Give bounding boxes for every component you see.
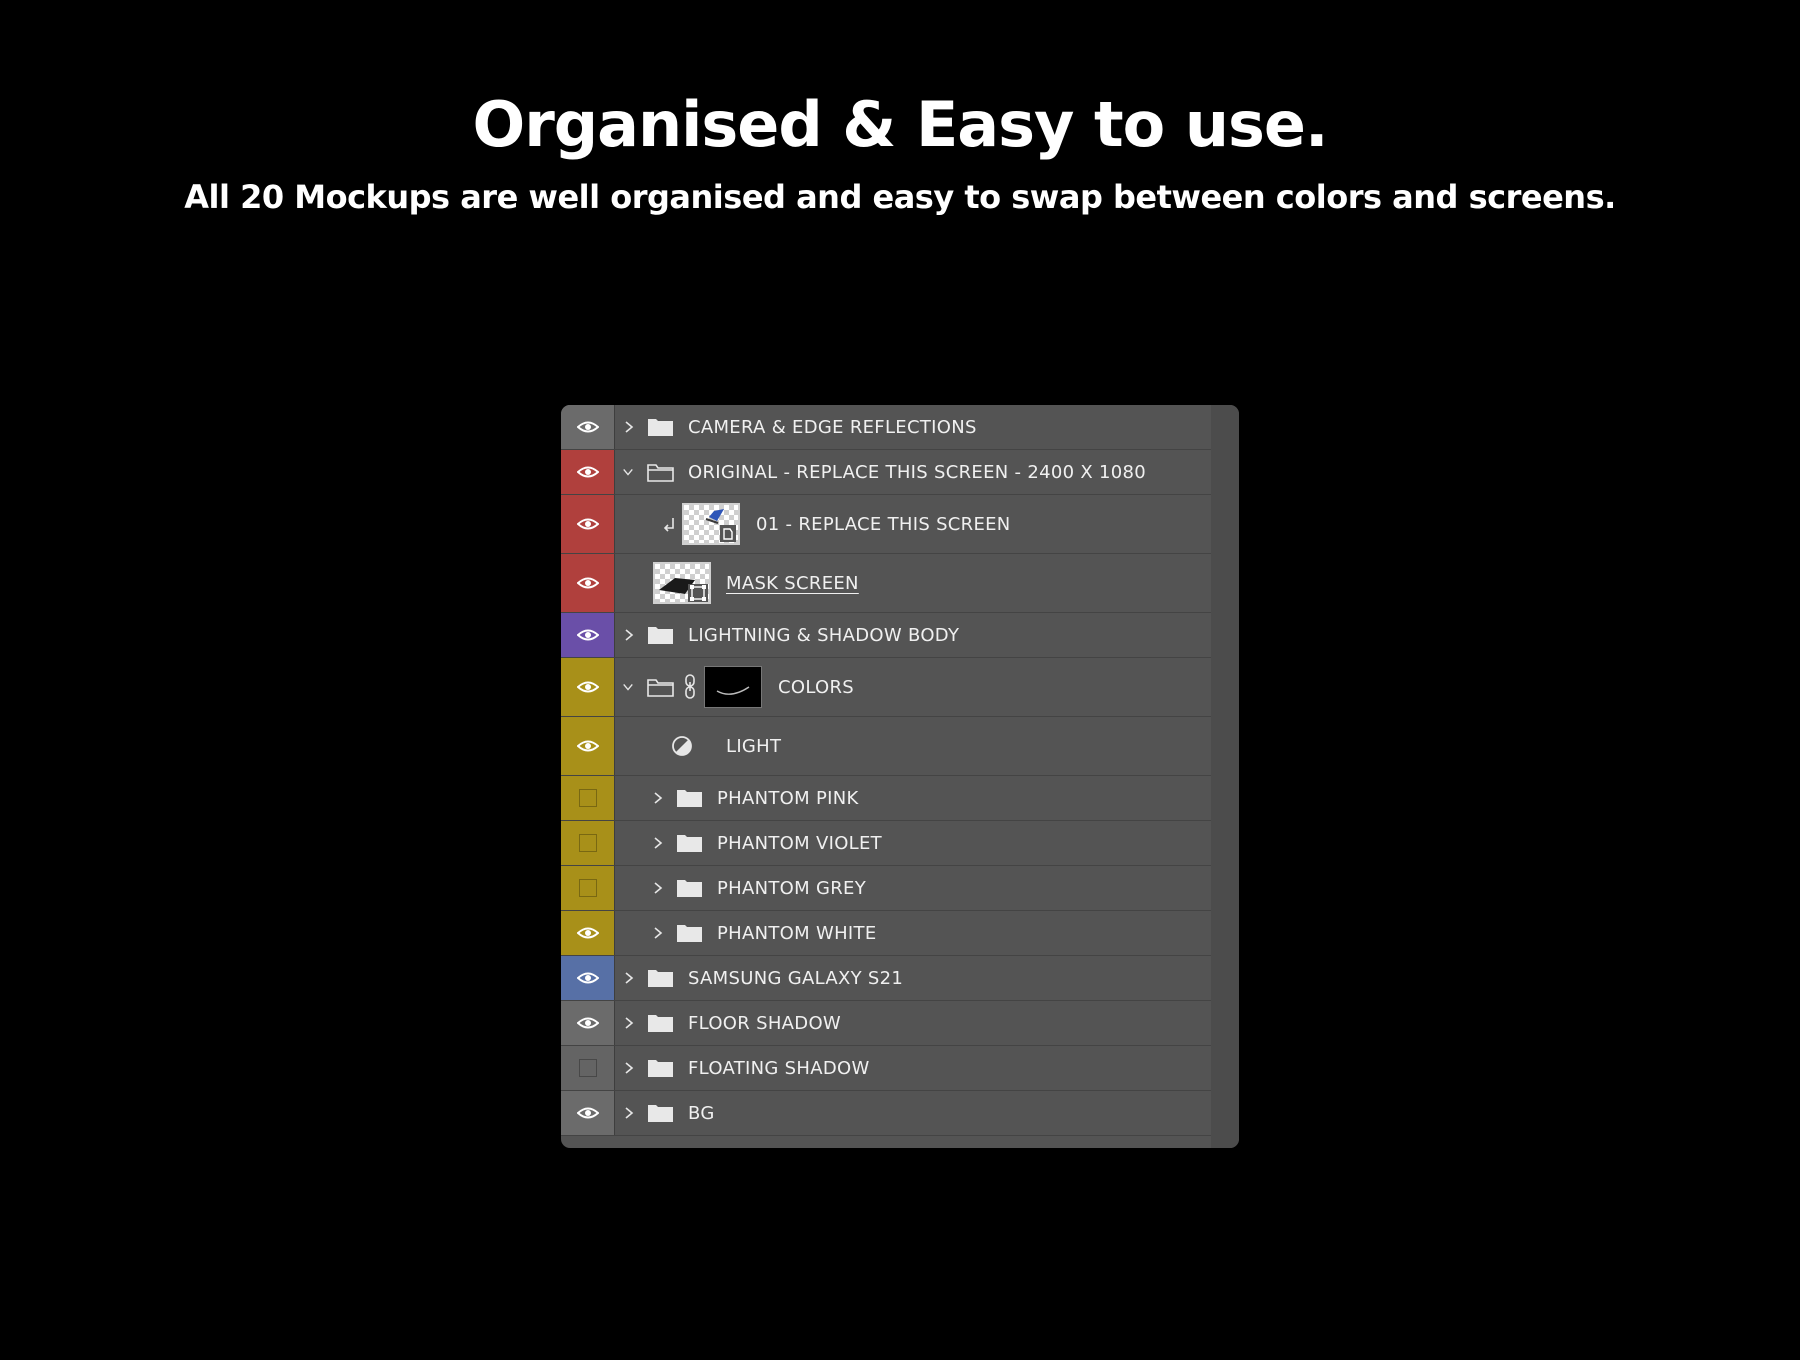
layer-label: FLOOR SHADOW [688,1012,842,1034]
layers-scrollbar[interactable] [1211,405,1239,1148]
chevron-right-icon[interactable] [652,791,664,805]
visibility-off-box [578,1059,597,1077]
eye-icon [576,1017,599,1029]
layers-panel: CAMERA & EDGE REFLECTIONS ORIGINAL - REPL… [561,405,1239,1148]
chevron-right-icon[interactable] [623,1016,635,1030]
visibility-toggle[interactable] [561,1091,615,1135]
visibility-toggle[interactable] [561,821,615,865]
eye-icon [576,972,599,984]
layer-row[interactable]: PHANTOM PINK [561,776,1211,821]
folder-icon [648,419,673,436]
eye-icon [576,740,599,752]
layer-row[interactable]: FLOOR SHADOW [561,1001,1211,1046]
visibility-off-box [578,789,597,807]
eye-icon [576,927,599,939]
visibility-toggle[interactable] [561,776,615,820]
eye-icon [576,466,599,478]
chevron-right-icon[interactable] [652,881,664,895]
visibility-toggle[interactable] [561,658,615,716]
layer-mask-thumbnail[interactable] [704,666,762,708]
adjustment-layer-icon [672,736,692,756]
eye-icon [576,681,599,693]
visibility-toggle[interactable] [561,495,615,553]
eye-icon [576,421,599,433]
layer-label: PHANTOM GREY [717,877,867,899]
layer-row[interactable]: MASK SCREEN [561,554,1211,613]
folder-open-icon [647,464,674,482]
folder-icon [648,1015,673,1032]
layer-row[interactable]: PHANTOM WHITE [561,911,1211,956]
layer-thumbnail[interactable] [682,503,740,545]
chevron-right-icon[interactable] [623,628,635,642]
folder-icon [648,1105,673,1122]
visibility-toggle[interactable] [561,1001,615,1045]
eye-icon [576,518,599,530]
chevron-right-icon[interactable] [623,971,635,985]
folder-icon [648,1060,673,1077]
layer-row[interactable]: LIGHTNING & SHADOW BODY [561,613,1211,658]
layer-row[interactable]: 01 - REPLACE THIS SCREEN [561,495,1211,554]
visibility-toggle[interactable] [561,450,615,494]
folder-icon [677,835,702,852]
layer-row[interactable]: FLOATING SHADOW [561,1046,1211,1091]
eye-icon [576,577,599,589]
layer-label: LIGHTNING & SHADOW BODY [688,624,960,646]
folder-open-icon [647,679,674,697]
chevron-right-icon[interactable] [623,1106,635,1120]
folder-icon [677,880,702,897]
layer-row[interactable]: PHANTOM VIOLET [561,821,1211,866]
layer-row[interactable]: BG [561,1091,1211,1136]
visibility-toggle[interactable] [561,554,615,612]
layer-label: SAMSUNG GALAXY S21 [688,967,904,989]
eye-icon [576,629,599,641]
layer-label: PHANTOM WHITE [717,922,877,944]
layer-label: ORIGINAL - REPLACE THIS SCREEN - 2400 X … [688,461,1147,483]
folder-icon [677,925,702,942]
chevron-right-icon[interactable] [623,420,635,434]
chevron-right-icon[interactable] [652,926,664,940]
layer-label: COLORS [778,676,855,698]
visibility-off-box [578,879,597,897]
visibility-toggle[interactable] [561,1046,615,1090]
folder-icon [677,790,702,807]
visibility-toggle[interactable] [561,956,615,1000]
layer-row[interactable]: CAMERA & EDGE REFLECTIONS [561,405,1211,450]
chevron-right-icon[interactable] [652,836,664,850]
visibility-toggle[interactable] [561,717,615,775]
chevron-down-icon[interactable] [622,680,634,694]
layer-thumbnail[interactable] [653,562,711,604]
visibility-off-box [578,834,597,852]
visibility-toggle[interactable] [561,866,615,910]
page-heading: Organised & Easy to use. [472,88,1328,161]
layer-row[interactable]: PHANTOM GREY [561,866,1211,911]
layer-row[interactable]: LIGHT [561,717,1211,776]
visibility-toggle[interactable] [561,405,615,449]
layer-row[interactable]: SAMSUNG GALAXY S21 [561,956,1211,1001]
layer-label: MASK SCREEN [726,572,859,594]
chevron-down-icon[interactable] [622,465,634,479]
visibility-toggle[interactable] [561,911,615,955]
folder-icon [648,627,673,644]
eye-icon [576,1107,599,1119]
folder-icon [648,970,673,987]
page-subheading: All 20 Mockups are well organised and ea… [184,178,1616,216]
layer-label: CAMERA & EDGE REFLECTIONS [688,416,977,438]
layer-row[interactable]: ORIGINAL - REPLACE THIS SCREEN - 2400 X … [561,450,1211,495]
visibility-toggle[interactable] [561,613,615,657]
layer-label: FLOATING SHADOW [688,1057,870,1079]
layers-list: CAMERA & EDGE REFLECTIONS ORIGINAL - REPL… [561,405,1211,1136]
link-icon[interactable] [683,674,697,700]
layer-label: 01 - REPLACE THIS SCREEN [756,513,1011,535]
chevron-right-icon[interactable] [623,1061,635,1075]
layer-label: PHANTOM PINK [717,787,859,809]
clipping-arrow-icon [663,518,674,532]
layer-label: BG [688,1102,715,1124]
layer-label: LIGHT [726,735,782,757]
layer-label: PHANTOM VIOLET [717,832,882,854]
layer-row[interactable]: COLORS [561,658,1211,717]
